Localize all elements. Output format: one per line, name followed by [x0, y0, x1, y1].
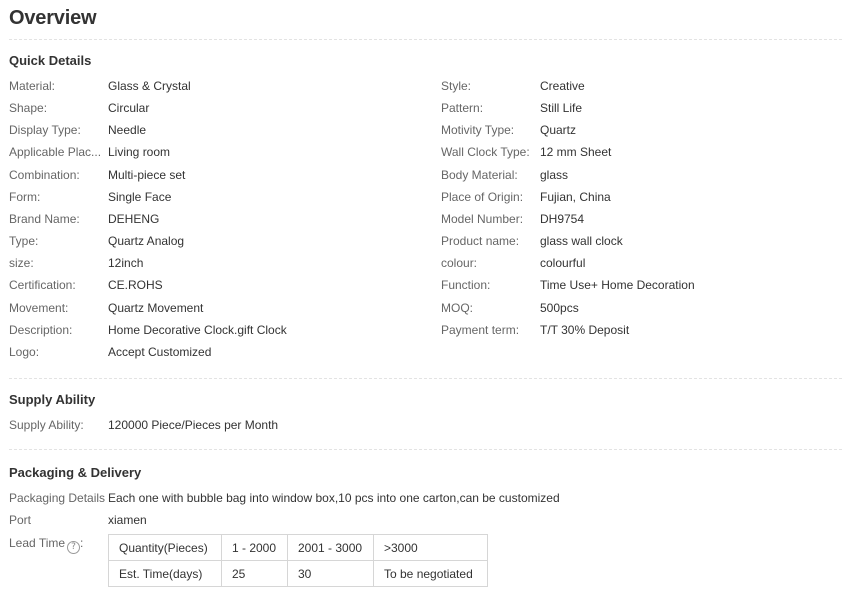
detail-label-style: Style:	[441, 79, 472, 93]
detail-label-function: Function:	[441, 278, 491, 292]
divider	[9, 378, 842, 379]
detail-value-shape: Circular	[108, 101, 150, 115]
lead-time-label-group: Lead Time?:	[9, 536, 84, 554]
detail-value-movement: Quartz Movement	[108, 301, 204, 315]
detail-value-description: Home Decorative Clock.gift Clock	[108, 323, 287, 337]
table-cell: Quantity(Pieces)	[108, 534, 222, 561]
detail-label-body-material: Body Material:	[441, 168, 518, 182]
detail-value-logo: Accept Customized	[108, 345, 212, 359]
detail-label-shape: Shape:	[9, 101, 48, 115]
detail-label-colour: colour:	[441, 256, 478, 270]
detail-label-combination: Combination:	[9, 168, 80, 182]
lead-time-table: Quantity(Pieces) 1 - 2000 2001 - 3000 >3…	[108, 534, 488, 587]
detail-value-payment-term: T/T 30% Deposit	[540, 323, 630, 337]
detail-value-size: 12inch	[108, 256, 144, 270]
divider	[9, 449, 842, 450]
port-value: xiamen	[108, 513, 147, 527]
detail-value-place-of-origin: Fujian, China	[540, 190, 611, 204]
packaging-delivery-title: Packaging & Delivery	[9, 465, 142, 480]
table-cell: 25	[221, 560, 288, 587]
detail-label-pattern: Pattern:	[441, 101, 484, 115]
detail-value-brand-name: DEHENG	[108, 212, 160, 226]
detail-label-motivity-type: Motivity Type:	[441, 123, 515, 137]
detail-value-wall-clock-type: 12 mm Sheet	[540, 145, 612, 159]
table-row: Quantity(Pieces) 1 - 2000 2001 - 3000 >3…	[108, 534, 488, 561]
packaging-details-value: Each one with bubble bag into window box…	[108, 491, 560, 505]
detail-label-model-number: Model Number:	[441, 212, 524, 226]
detail-value-applicable-place: Living room	[108, 145, 171, 159]
port-label: Port	[9, 513, 32, 527]
divider	[9, 39, 842, 40]
detail-label-material: Material:	[9, 79, 56, 93]
detail-label-logo: Logo:	[9, 345, 40, 359]
detail-value-form: Single Face	[108, 190, 172, 204]
detail-value-colour: colourful	[540, 256, 586, 270]
table-cell: 2001 - 3000	[287, 534, 374, 561]
detail-label-form: Form:	[9, 190, 41, 204]
detail-label-place-of-origin: Place of Origin:	[441, 190, 524, 204]
question-mark-icon[interactable]: ?	[67, 541, 81, 554]
detail-label-description: Description:	[9, 323, 73, 337]
detail-label-wall-clock-type: Wall Clock Type:	[441, 145, 530, 159]
detail-label-type: Type:	[9, 234, 39, 248]
detail-value-pattern: Still Life	[540, 101, 583, 115]
detail-value-moq: 500pcs	[540, 301, 579, 315]
detail-value-motivity-type: Quartz	[540, 123, 577, 137]
page-title: Overview	[9, 7, 97, 29]
detail-label-display-type: Display Type:	[9, 123, 81, 137]
detail-label-applicable-place: Applicable Plac...	[9, 145, 102, 159]
detail-label-size: size:	[9, 256, 34, 270]
detail-label-movement: Movement:	[9, 301, 69, 315]
supply-ability-title: Supply Ability	[9, 392, 96, 407]
detail-label-certification: Certification:	[9, 278, 76, 292]
detail-value-combination: Multi-piece set	[108, 168, 186, 182]
detail-label-product-name: Product name:	[441, 234, 520, 248]
detail-label-brand-name: Brand Name:	[9, 212, 80, 226]
table-row: Est. Time(days) 25 30 To be negotiated	[108, 560, 488, 587]
table-cell: >3000	[373, 534, 488, 561]
detail-value-style: Creative	[540, 79, 585, 93]
packaging-details-label: Packaging Details	[9, 491, 106, 505]
detail-value-product-name: glass wall clock	[540, 234, 623, 248]
detail-value-material: Glass & Crystal	[108, 79, 191, 93]
supply-ability-value: 120000 Piece/Pieces per Month	[108, 418, 279, 432]
lead-time-label: Lead Time	[9, 536, 66, 550]
supply-ability-label: Supply Ability:	[9, 418, 84, 432]
quick-details-title: Quick Details	[9, 53, 92, 68]
detail-value-body-material: glass	[540, 168, 569, 182]
detail-value-function: Time Use+ Home Decoration	[540, 278, 695, 292]
detail-label-payment-term: Payment term:	[441, 323, 520, 337]
table-cell: 30	[287, 560, 374, 587]
table-cell: To be negotiated	[373, 560, 488, 587]
detail-value-type: Quartz Analog	[108, 234, 185, 248]
detail-value-display-type: Needle	[108, 123, 147, 137]
detail-label-moq: MOQ:	[441, 301, 473, 315]
table-cell: 1 - 2000	[221, 534, 288, 561]
detail-value-model-number: DH9754	[540, 212, 585, 226]
detail-value-certification: CE.ROHS	[108, 278, 163, 292]
table-cell: Est. Time(days)	[108, 560, 222, 587]
